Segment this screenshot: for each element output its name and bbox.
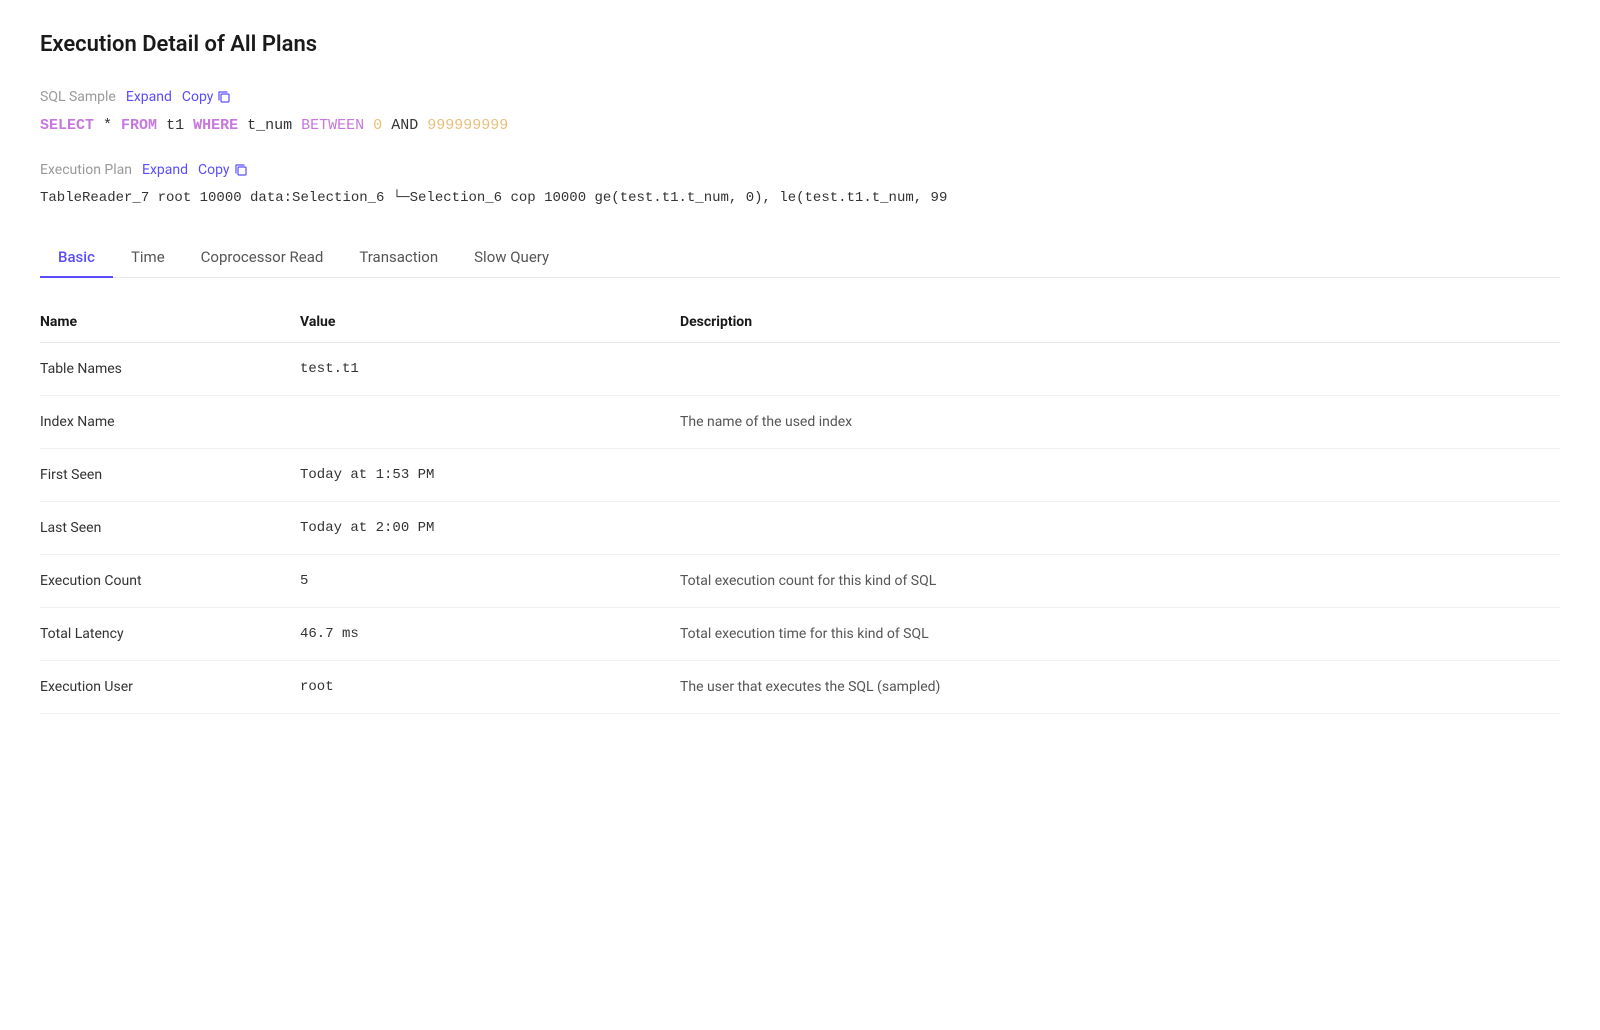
execution-plan-copy-link[interactable]: Copy	[198, 162, 248, 178]
sql-select-keyword: SELECT	[40, 117, 94, 134]
cell-value: test.t1	[300, 343, 680, 396]
cell-name: Index Name	[40, 396, 300, 449]
execution-plan-code: TableReader_7 root 10000 data:Selection_…	[40, 186, 1560, 210]
tab-slow-query[interactable]: Slow Query	[456, 238, 567, 278]
cell-name: Table Names	[40, 343, 300, 396]
cell-name: Execution User	[40, 661, 300, 714]
cell-description: The user that executes the SQL (sampled)	[680, 661, 1560, 714]
col-name: Name	[40, 302, 300, 343]
sql-sample-code: SELECT * FROM t1 WHERE t_num BETWEEN 0 A…	[40, 113, 1560, 138]
cell-description	[680, 343, 1560, 396]
cell-name: Total Latency	[40, 608, 300, 661]
copy-icon	[217, 90, 231, 104]
sql-number-max: 999999999	[427, 117, 508, 134]
tab-coprocessor-read[interactable]: Coprocessor Read	[183, 238, 342, 278]
sql-sample-label-row: SQL Sample Expand Copy	[40, 89, 1560, 105]
table-row: Execution Count5Total execution count fo…	[40, 555, 1560, 608]
tab-transaction[interactable]: Transaction	[341, 238, 456, 278]
table-row: First SeenToday at 1:53 PM	[40, 449, 1560, 502]
copy-icon-2	[234, 163, 248, 177]
tab-basic[interactable]: Basic	[40, 238, 113, 278]
col-description: Description	[680, 302, 1560, 343]
sql-from-keyword: FROM	[121, 117, 157, 134]
table-row: Table Namestest.t1	[40, 343, 1560, 396]
table-row: Total Latency46.7 msTotal execution time…	[40, 608, 1560, 661]
tab-time[interactable]: Time	[113, 238, 183, 278]
cell-description	[680, 449, 1560, 502]
cell-description: Total execution count for this kind of S…	[680, 555, 1560, 608]
execution-plan-label: Execution Plan	[40, 162, 132, 178]
cell-value: 5	[300, 555, 680, 608]
cell-name: First Seen	[40, 449, 300, 502]
table-header-row: Name Value Description	[40, 302, 1560, 343]
cell-value: root	[300, 661, 680, 714]
cell-name: Execution Count	[40, 555, 300, 608]
cell-value: 46.7 ms	[300, 608, 680, 661]
sql-number-0: 0	[373, 117, 382, 134]
table-row: Last SeenToday at 2:00 PM	[40, 502, 1560, 555]
cell-description: Total execution time for this kind of SQ…	[680, 608, 1560, 661]
cell-value	[300, 396, 680, 449]
table-row: Index Name The name of the used index	[40, 396, 1560, 449]
cell-name: Last Seen	[40, 502, 300, 555]
sql-between-operator: BETWEEN	[301, 117, 364, 134]
sql-sample-expand-link[interactable]: Expand	[126, 89, 172, 105]
table-row: Execution UserrootThe user that executes…	[40, 661, 1560, 714]
col-value: Value	[300, 302, 680, 343]
tabs-bar: Basic Time Coprocessor Read Transaction …	[40, 238, 1560, 278]
execution-plan-label-row: Execution Plan Expand Copy	[40, 162, 1560, 178]
cell-value: Today at 1:53 PM	[300, 449, 680, 502]
cell-value: Today at 2:00 PM	[300, 502, 680, 555]
cell-description: The name of the used index	[680, 396, 1560, 449]
cell-description	[680, 502, 1560, 555]
sql-sample-label: SQL Sample	[40, 89, 116, 105]
basic-table: Name Value Description Table Namestest.t…	[40, 302, 1560, 714]
execution-plan-expand-link[interactable]: Expand	[142, 162, 188, 178]
sql-sample-copy-link[interactable]: Copy	[182, 89, 232, 105]
sql-where-keyword: WHERE	[193, 117, 238, 134]
page-title: Execution Detail of All Plans	[40, 32, 1560, 57]
